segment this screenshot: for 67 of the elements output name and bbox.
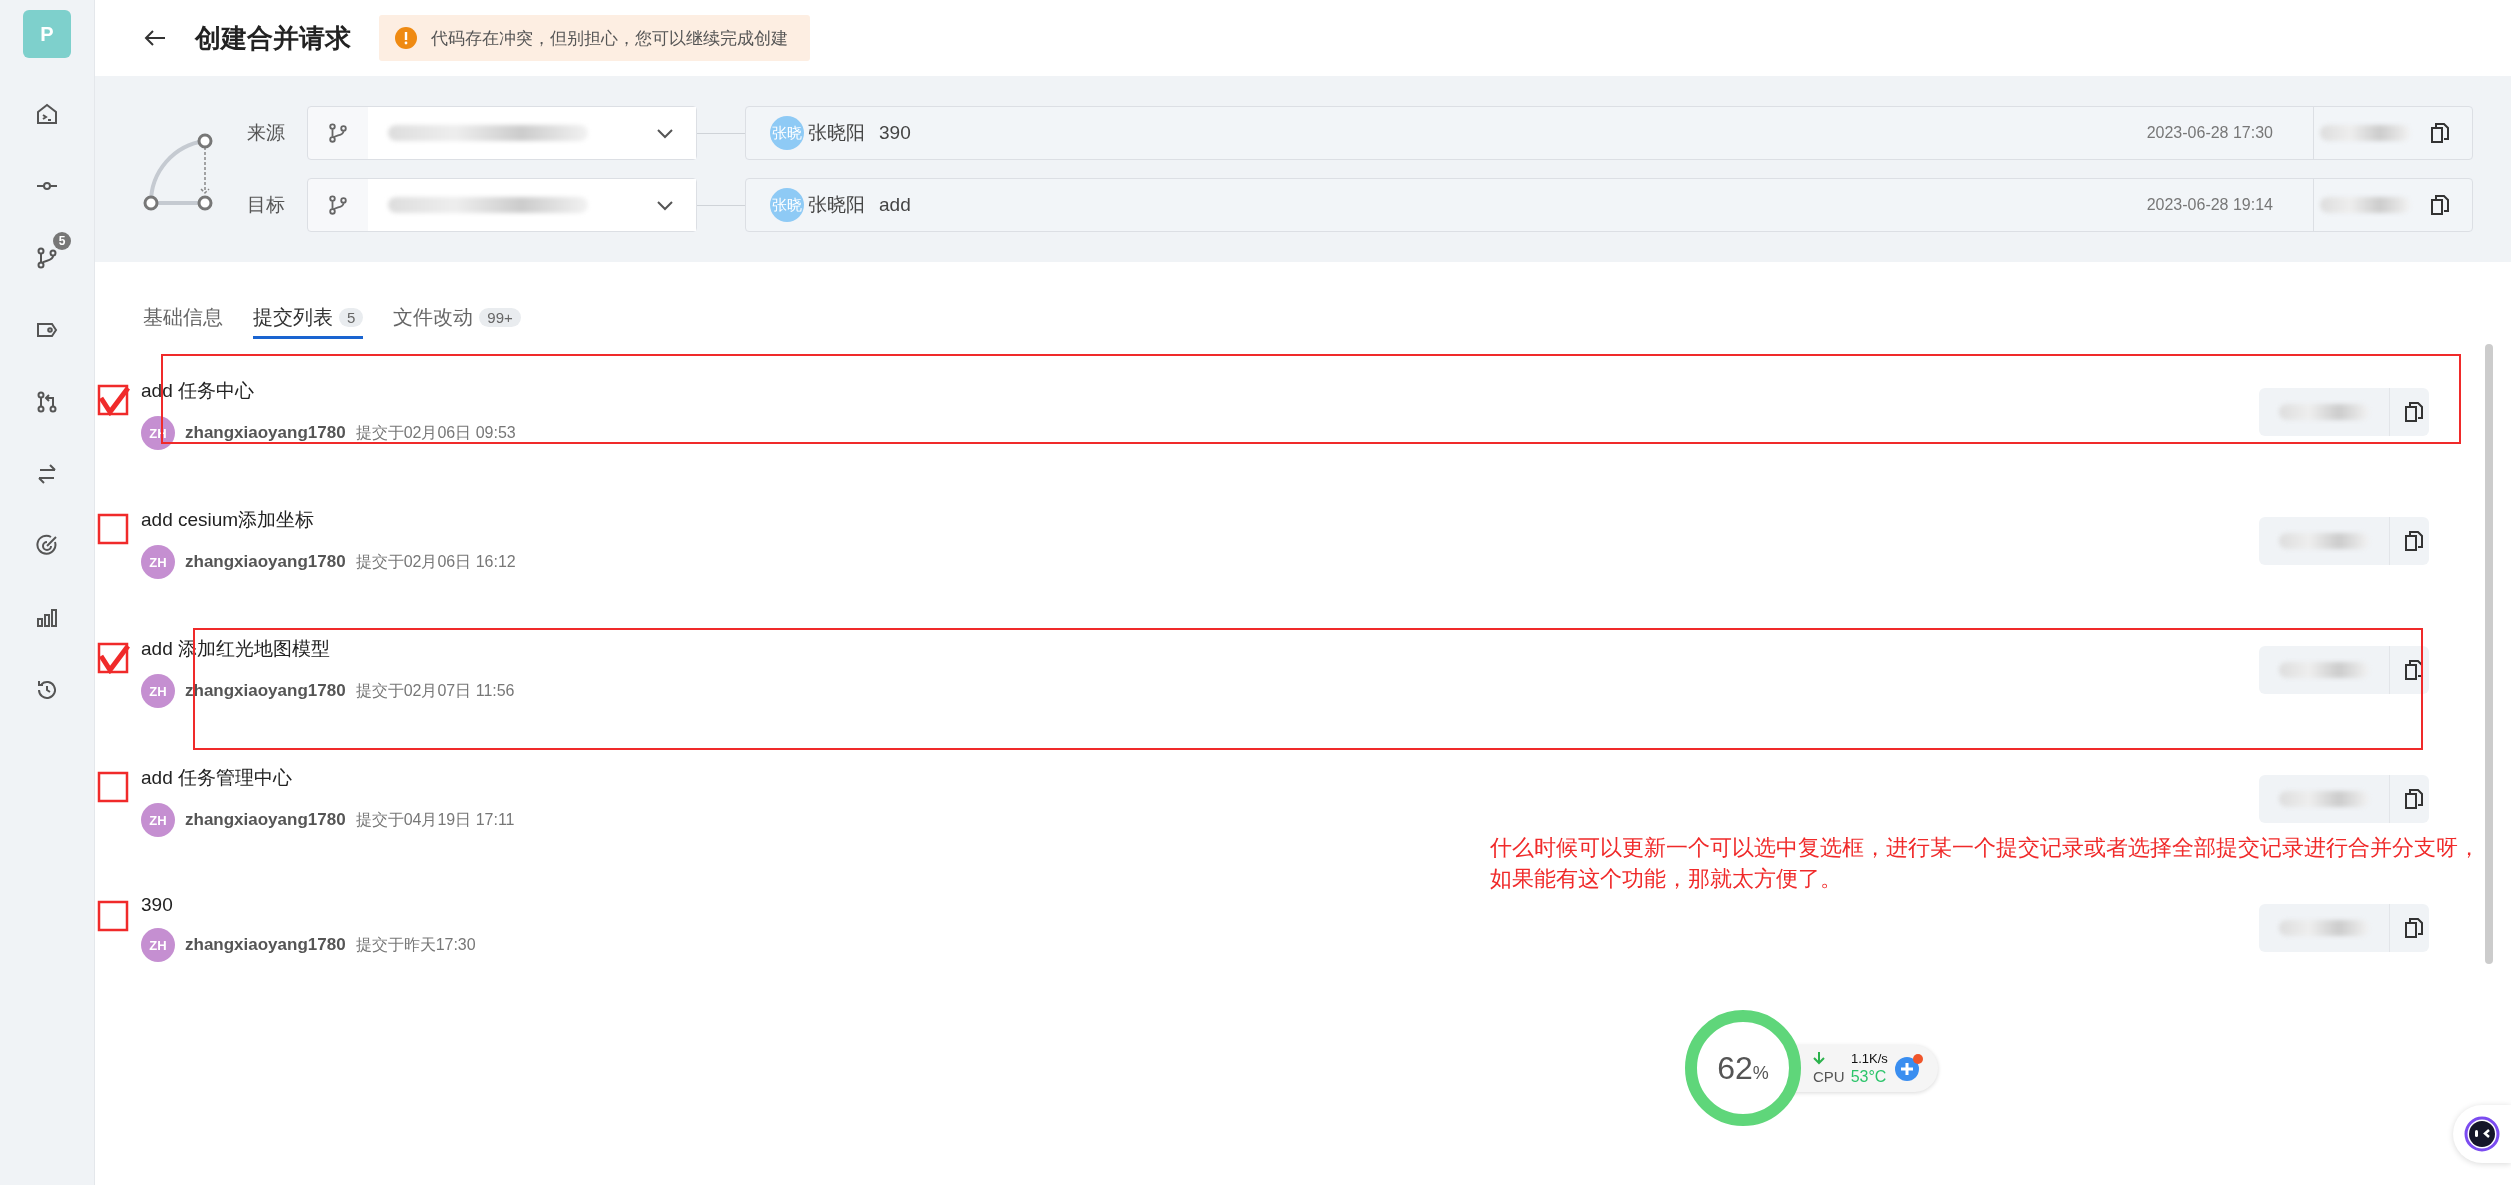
commit-time: 提交于02月06日 16:12 [355,551,516,572]
commit-author: zhangxiaoyang1780 [185,810,346,830]
commit-author: zhangxiaoyang1780 [185,552,346,572]
pull-request-icon[interactable] [35,390,59,414]
branch-icon [327,122,349,144]
count-badge: 99+ [479,307,521,327]
branch-icon [327,194,349,216]
copy-icon[interactable] [2404,401,2424,423]
target-icon[interactable] [35,534,59,558]
history-icon[interactable] [35,678,59,702]
commit-author: zhangxiaoyang1780 [185,935,346,955]
count-badge: 5 [53,232,71,250]
commit-title: add cesium添加坐标 [141,508,316,532]
checkbox[interactable] [97,898,131,932]
chevron-down-icon [656,127,674,139]
robot-face-icon [2464,1116,2500,1152]
copy-icon[interactable] [2404,530,2424,552]
tab[interactable]: 基础信息 [143,298,223,339]
commit-time: 2023-06-28 17:30 [2146,124,2273,142]
commit-message: add [879,194,912,216]
memory-gauge: 62% [1685,1010,1801,1126]
user-avatar: 张晓 [770,188,804,222]
user-avatar: 张晓 [770,116,804,150]
copy-icon[interactable] [2430,194,2450,216]
copy-icon[interactable] [2404,917,2424,939]
tab[interactable]: 提交列表 5 [253,298,364,339]
copy-icon[interactable] [2404,659,2424,681]
back-arrow-icon[interactable] [143,28,167,48]
branch-label: 目标 [247,193,286,217]
user-avatar: ZH [141,803,175,837]
commit-author: 张晓阳 [808,193,865,217]
commit-time: 提交于02月06日 09:53 [355,422,516,443]
checkbox[interactable] [97,382,131,416]
cpu-label: CPU [1813,1068,1845,1085]
branch-icon[interactable] [35,246,59,270]
annotation-text: 什么时候可以更新一个可以选中复选框，进行某一个提交记录或者选择全部提交记录进行合并分支呀，如果能有这个功能，那就太方便了。 [1490,834,2481,894]
tab[interactable]: 文件改动 99+ [393,298,521,339]
network-speed: 1.1K/s [1851,1050,1888,1066]
commit-author: zhangxiaoyang1780 [185,423,346,443]
terminal-icon[interactable] [35,102,59,126]
commit-time: 2023-06-28 19:14 [2146,196,2273,214]
copy-icon[interactable] [2404,788,2424,810]
user-avatar: ZH [141,928,175,962]
chevron-down-icon [656,199,674,211]
user-avatar: ZH [141,674,175,708]
warning-icon [395,27,417,49]
checkbox[interactable] [97,640,131,674]
commit-time: 提交于昨天17:30 [355,934,476,955]
checkbox[interactable] [97,511,131,545]
plus-icon[interactable] [1893,1053,1924,1083]
user-avatar: ZH [141,545,175,579]
commit-time: 提交于02月07日 11:56 [355,680,515,701]
cpu-temperature: 53°C [1850,1067,1887,1086]
page-title: 创建合并请求 [195,21,351,55]
count-badge: 5 [339,307,364,327]
branch-label: 来源 [247,121,286,145]
commit-title: 390 [141,894,174,916]
bar-chart-icon[interactable] [35,606,59,630]
assistant-button[interactable] [2453,1105,2511,1163]
alert-text: 代码存在冲突，但别担心，您可以继续完成创建 [431,27,788,50]
copy-icon[interactable] [2430,122,2450,144]
commit-title: add 任务管理中心 [141,766,293,790]
commit-time: 提交于04月19日 17:11 [355,809,515,830]
commit-message: 390 [879,122,912,144]
checkbox[interactable] [97,769,131,803]
commit-author: 张晓阳 [808,121,865,145]
download-arrow-icon [1813,1051,1825,1065]
